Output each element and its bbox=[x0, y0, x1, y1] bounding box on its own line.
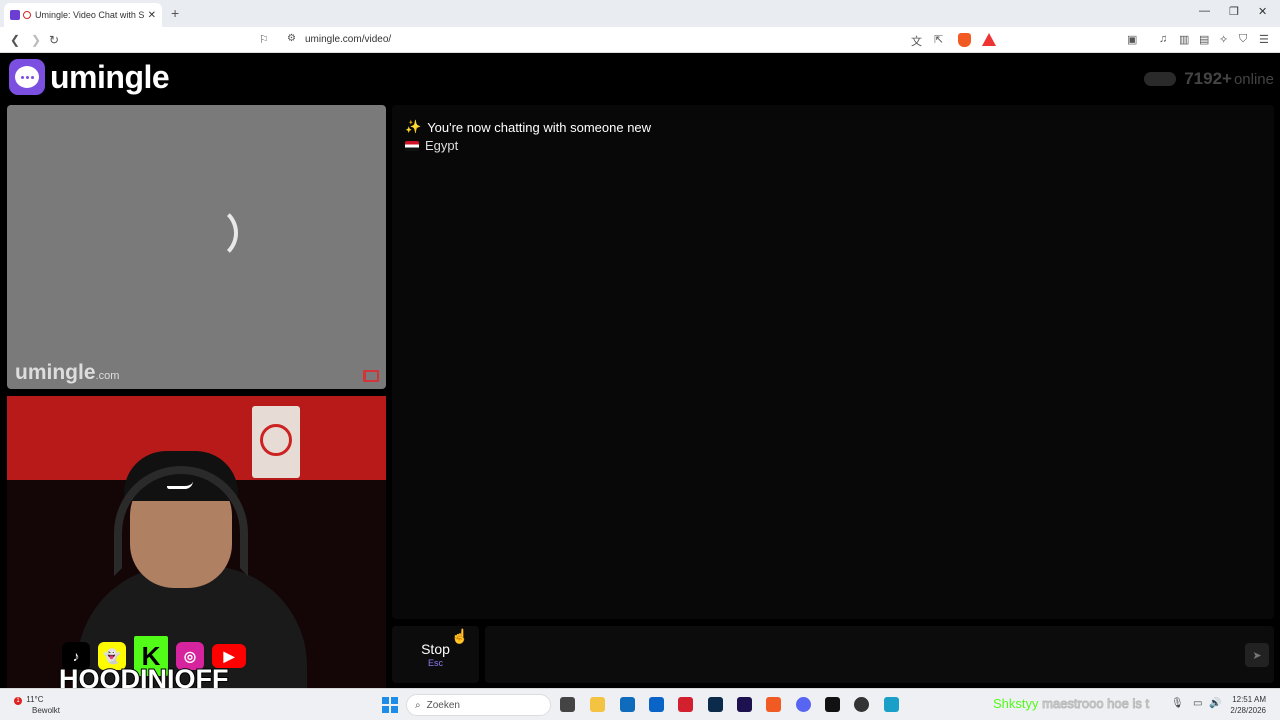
online-count: 7192+ bbox=[1184, 69, 1232, 88]
report-flag-icon[interactable] bbox=[363, 370, 379, 382]
outlook-icon[interactable] bbox=[649, 697, 664, 712]
close-window-button[interactable]: ✕ bbox=[1258, 5, 1267, 18]
browser-tab-bar: Umingle: Video Chat with Str ✕ + — ❐ ✕ bbox=[0, 0, 1280, 27]
tab-close-icon[interactable]: ✕ bbox=[148, 10, 156, 21]
vpn-icon[interactable]: ⛉ bbox=[1239, 33, 1247, 46]
premiere-icon[interactable] bbox=[737, 697, 752, 712]
bookmark-icon[interactable]: ⚐ bbox=[259, 33, 269, 46]
brave-app-icon[interactable] bbox=[766, 697, 781, 712]
recording-icon bbox=[23, 11, 31, 19]
windows-taskbar: 1 11°C Bewolkt ⌕ Zoeken Shkstyy maestroo… bbox=[0, 688, 1280, 720]
translate-icon[interactable]: 文 bbox=[911, 33, 922, 49]
windows-start-icon[interactable] bbox=[382, 697, 398, 713]
sparkle-icon: ✨ bbox=[405, 119, 422, 134]
microphone-icon[interactable]: 🎙 bbox=[1171, 698, 1184, 709]
share-icon[interactable]: ⇱ bbox=[934, 33, 943, 46]
volume-icon[interactable]: 🔊 bbox=[1209, 698, 1221, 709]
notification-badge: 1 bbox=[14, 697, 22, 705]
streamer-name: HOODINIOFF bbox=[58, 663, 229, 688]
maximize-button[interactable]: ❐ bbox=[1229, 5, 1239, 18]
task-view-icon[interactable] bbox=[560, 697, 575, 712]
obs-icon[interactable] bbox=[854, 697, 869, 712]
system-clock[interactable]: 12:51 AM 2/28/2026 bbox=[1230, 694, 1266, 716]
browser-address-bar: ❮ ❯ ↻ ⚐ ⚙ umingle.com/video/ 文 ⇱ ▣ ♫ ▥ ▤… bbox=[0, 27, 1280, 53]
capcut-icon[interactable] bbox=[825, 697, 840, 712]
reload-icon[interactable]: ↻ bbox=[49, 33, 59, 47]
weather-widget[interactable]: 1 11°C Bewolkt bbox=[14, 694, 60, 716]
minimize-button[interactable]: — bbox=[1199, 5, 1210, 17]
weather-temp: 11°C bbox=[26, 695, 44, 704]
stranger-video: umingle.com bbox=[7, 105, 386, 389]
stop-shortcut: Esc bbox=[427, 658, 443, 668]
url-field[interactable]: umingle.com/video/ bbox=[305, 34, 391, 45]
photoshop-icon[interactable] bbox=[708, 697, 723, 712]
umingle-favicon-icon bbox=[10, 10, 20, 20]
back-icon[interactable]: ❮ bbox=[10, 33, 20, 47]
taskbar-search[interactable]: ⌕ Zoeken bbox=[406, 694, 551, 716]
browser-tab[interactable]: Umingle: Video Chat with Str ✕ bbox=[4, 3, 162, 27]
tab-title: Umingle: Video Chat with Str bbox=[35, 10, 144, 20]
site-settings-icon[interactable]: ⚙ bbox=[287, 33, 296, 44]
leo-ai-icon[interactable]: ✧ bbox=[1219, 33, 1228, 46]
acrobat-icon[interactable] bbox=[678, 697, 693, 712]
screenshot-icon[interactable]: ▣ bbox=[1127, 33, 1137, 46]
app-icon[interactable] bbox=[884, 697, 899, 712]
system-message: ✨ You're now chatting with someone new bbox=[405, 119, 651, 135]
weather-desc: Bewolkt bbox=[32, 706, 61, 715]
send-button[interactable]: ➤ bbox=[1245, 643, 1269, 667]
online-indicator: 7192+ online bbox=[1144, 69, 1274, 89]
message-input[interactable] bbox=[485, 626, 1274, 683]
country-line: Egypt bbox=[405, 138, 458, 153]
forward-icon[interactable]: ❯ bbox=[31, 33, 41, 47]
country-name: Egypt bbox=[425, 138, 459, 153]
video-watermark: umingle.com bbox=[15, 361, 120, 384]
egypt-flag-icon bbox=[405, 140, 419, 151]
tray-overlay-text: Shkstyy maestrooo hoe is t bbox=[993, 696, 1150, 712]
send-icon: ➤ bbox=[1252, 649, 1262, 662]
search-icon: ⌕ bbox=[415, 699, 421, 711]
theme-toggle[interactable] bbox=[1144, 72, 1177, 86]
mouse-cursor-icon: ☝ bbox=[451, 628, 469, 644]
wallet-icon[interactable]: ▤ bbox=[1199, 33, 1209, 46]
new-tab-button[interactable]: + bbox=[171, 5, 179, 21]
chat-panel: ✨ You're now chatting with someone new E… bbox=[392, 105, 1274, 619]
menu-icon[interactable]: ☰ bbox=[1259, 33, 1269, 46]
network-icon[interactable]: ▭ bbox=[1193, 698, 1202, 709]
discord-icon[interactable] bbox=[796, 697, 811, 712]
file-explorer-icon[interactable] bbox=[590, 697, 605, 712]
umingle-page: umingle 7192+ online umingle.com ♪ 👻 K ◎… bbox=[0, 53, 1280, 688]
logo-text[interactable]: umingle bbox=[50, 59, 170, 96]
online-label: online bbox=[1233, 70, 1274, 88]
status-message: You're now chatting with someone new bbox=[427, 119, 652, 135]
media-icon[interactable]: ♫ bbox=[1159, 33, 1167, 45]
brave-rewards-icon[interactable] bbox=[982, 33, 996, 46]
store-icon[interactable] bbox=[620, 697, 635, 712]
clock-date: 2/28/2026 bbox=[1230, 706, 1266, 715]
self-video: ♪ 👻 K ◎ ▶ HOODINIOFF bbox=[7, 396, 386, 688]
clock-time: 12:51 AM bbox=[1232, 695, 1266, 704]
wall-sign bbox=[252, 406, 300, 478]
umingle-logo-icon[interactable] bbox=[9, 59, 45, 95]
brave-shields-icon[interactable] bbox=[958, 33, 971, 47]
search-placeholder: Zoeken bbox=[426, 699, 460, 711]
sidebar-icon[interactable]: ▥ bbox=[1179, 33, 1189, 46]
loading-spinner-icon bbox=[182, 205, 238, 261]
